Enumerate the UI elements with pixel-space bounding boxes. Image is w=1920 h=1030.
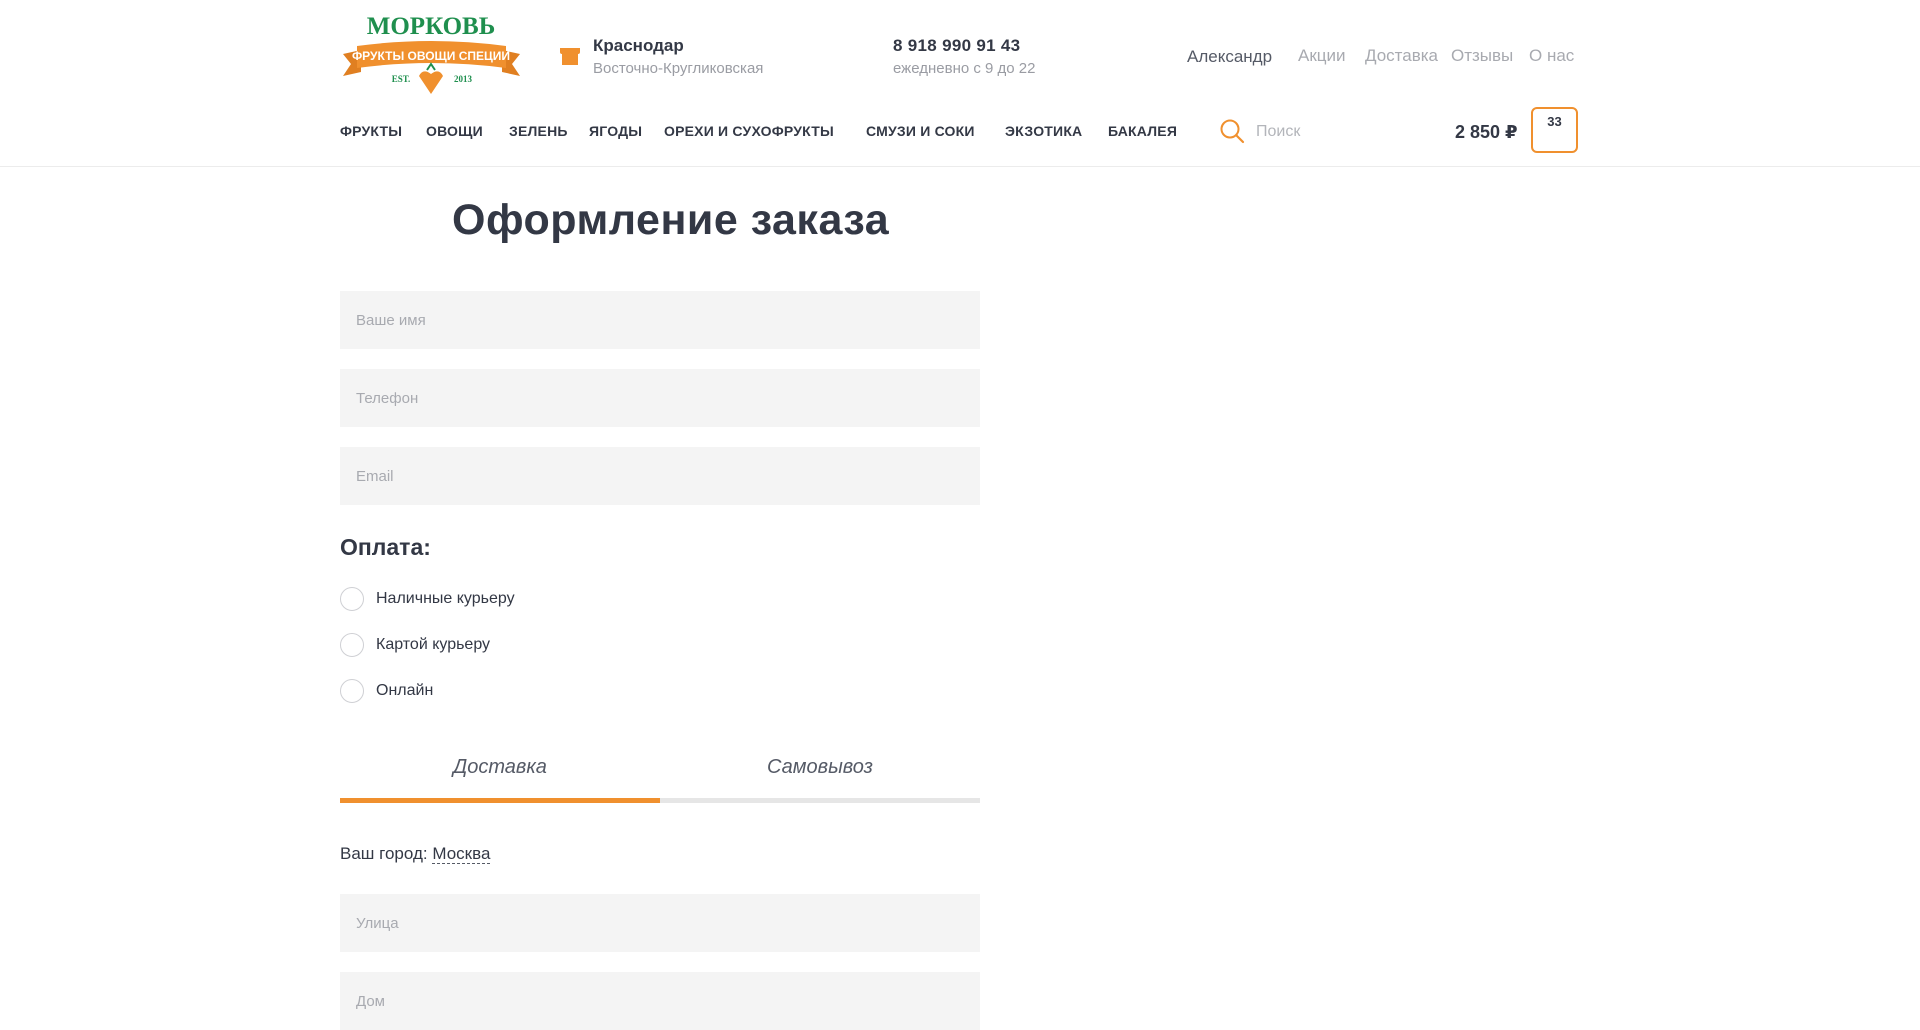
- tab-active-indicator: [340, 798, 660, 803]
- payment-option-label: Картой курьеру: [376, 636, 491, 653]
- cart-total: 2 850 ₽: [1455, 122, 1518, 142]
- name-field[interactable]: [340, 291, 980, 349]
- logo-est-label: EST.: [392, 74, 411, 84]
- street-field[interactable]: [340, 894, 980, 952]
- logo-est-year: 2013: [454, 74, 473, 84]
- logo-brand: МОРКОВЬ: [367, 13, 495, 40]
- nav-item-berries[interactable]: ЯГОДЫ: [589, 123, 642, 139]
- store-city[interactable]: Краснодар: [593, 36, 684, 56]
- payment-title: Оплата:: [340, 534, 431, 560]
- logo[interactable]: МОРКОВЬ ФРУКТЫ ОВОЩИ СПЕЦИИ EST. 2013: [339, 10, 524, 96]
- radio-button[interactable]: [340, 633, 364, 657]
- nav-item-exotic[interactable]: ЭКЗОТИКА: [1005, 123, 1082, 139]
- phone-number[interactable]: 8 918 990 91 43: [893, 36, 1020, 56]
- nav-item-vegetables[interactable]: ОВОЩИ: [426, 123, 483, 139]
- payment-option-label: Онлайн: [376, 682, 434, 699]
- search-input[interactable]: [1256, 120, 1406, 144]
- phone-field[interactable]: [340, 369, 980, 427]
- nav-item-smoothies-juices[interactable]: СМУЗИ И СОКИ: [866, 123, 975, 139]
- search-icon[interactable]: [1219, 118, 1245, 144]
- store-icon: [558, 43, 582, 67]
- city-selector-link[interactable]: Москва: [432, 844, 491, 864]
- cart-count-badge: 33: [1547, 114, 1562, 129]
- top-link-reviews[interactable]: Отзывы: [1451, 46, 1513, 66]
- payment-option-card[interactable]: Картой курьеру: [340, 631, 490, 659]
- header-divider: [0, 166, 1920, 167]
- top-link-promotions[interactable]: Акции: [1298, 46, 1346, 66]
- tab-pickup[interactable]: Самовывоз: [660, 756, 980, 779]
- city-line: Ваш город: Москва: [340, 844, 491, 864]
- page-title: Оформление заказа: [452, 196, 890, 244]
- nav-item-nuts-dried-fruits[interactable]: ОРЕХИ И СУХОФРУКТЫ: [664, 123, 834, 139]
- top-link-delivery[interactable]: Доставка: [1365, 46, 1438, 66]
- email-field[interactable]: [340, 447, 980, 505]
- store-address: Восточно-Кругликовская: [593, 60, 764, 77]
- nav-item-grocery[interactable]: БАКАЛЕЯ: [1108, 123, 1177, 139]
- payment-option-cash[interactable]: Наличные курьеру: [340, 585, 515, 613]
- city-label: Ваш город:: [340, 844, 428, 863]
- user-account-link[interactable]: Александр: [1187, 47, 1272, 67]
- tab-delivery[interactable]: Доставка: [340, 756, 660, 779]
- payment-option-label: Наличные курьеру: [376, 590, 515, 607]
- nav-item-fruits[interactable]: ФРУКТЫ: [340, 123, 402, 139]
- nav-item-greens[interactable]: ЗЕЛЕНЬ: [509, 123, 568, 139]
- carrot-icon: [419, 71, 443, 94]
- logo-tagline: ФРУКТЫ ОВОЩИ СПЕЦИИ: [352, 49, 510, 63]
- working-hours: ежедневно с 9 до 22: [893, 60, 1036, 77]
- radio-button[interactable]: [340, 587, 364, 611]
- payment-option-online[interactable]: Онлайн: [340, 677, 433, 705]
- cart-button[interactable]: 33: [1531, 107, 1578, 153]
- radio-button[interactable]: [340, 679, 364, 703]
- house-field[interactable]: [340, 972, 980, 1030]
- top-link-about[interactable]: О нас: [1529, 46, 1574, 66]
